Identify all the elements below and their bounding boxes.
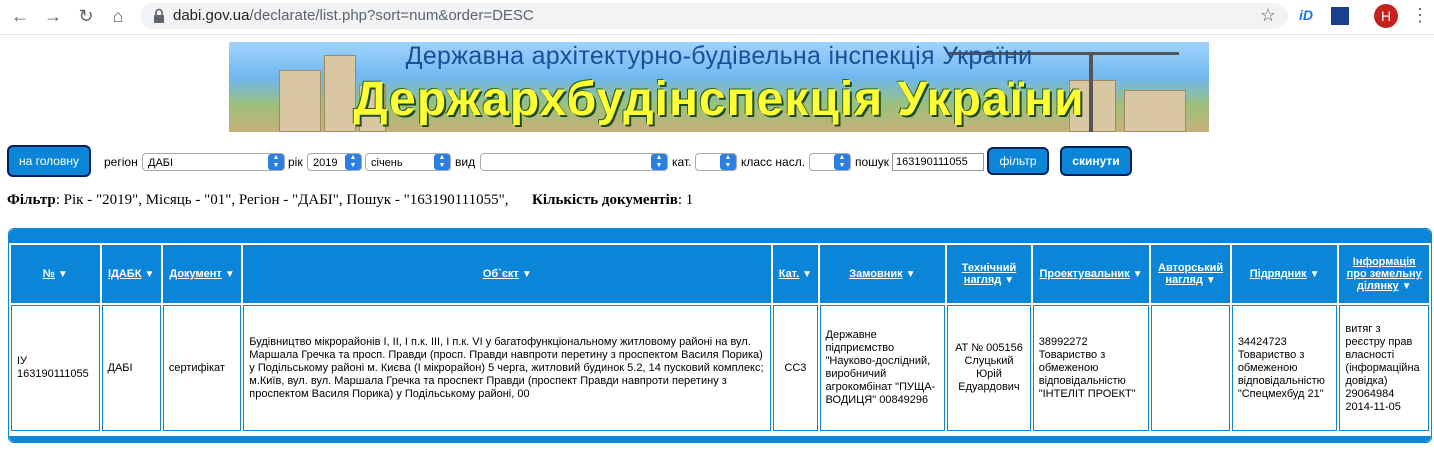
sort-arrow-icon: ▼ [1401,281,1412,292]
sort-arrow-icon: ▼ [1132,269,1143,280]
region-select[interactable]: ДАБІ ▲ ▼ [142,153,285,171]
extension-icon[interactable] [1331,7,1349,25]
sort-arrow-icon: ▼ [1309,269,1320,280]
header-tech-supervision[interactable]: Технічний нагляд ▼ [947,245,1031,303]
cell-document: сертифікат [162,305,242,431]
header-designer[interactable]: Проектувальник ▼ [1032,245,1150,303]
sort-arrow-icon: ▼ [224,269,235,280]
chevron-down-icon: ▲ ▼ [345,154,361,170]
header-idabk[interactable]: ІДАБК ▼ [101,245,161,303]
type-label: вид [455,155,476,169]
cell-customer: Державне підприємство "Науково-дослідний… [819,305,946,431]
header-num[interactable]: № ▼ [11,245,100,303]
home-button[interactable]: на головну [7,145,91,177]
forward-arrow-icon[interactable]: → [41,5,65,27]
header-contractor[interactable]: Підрядник ▼ [1231,245,1338,303]
cell-contractor: 34424723 Товариство з обмеженою відповід… [1231,305,1338,431]
sort-arrow-icon: ▼ [521,269,532,280]
declarations-table: № ▼ ІДАБК ▼ Документ ▼ Об`єкт ▼ Кат. ▼ Замовн… [8,228,1432,443]
cell-idabk: ДАБІ [101,305,161,431]
search-input[interactable]: 163190111055 [892,153,984,171]
sort-arrow-icon: ▼ [144,269,155,280]
header-author-supervision[interactable]: Авторський нагляд ▼ [1151,245,1230,303]
table-top-band [9,229,1431,243]
home-icon[interactable]: ⌂ [106,5,130,27]
reset-button[interactable]: скинути [1060,146,1132,176]
table-row: ІУ 163190111055 ДАБІ сертифікат Будівниц… [11,305,1429,431]
category-select[interactable]: ▲ ▼ [695,153,737,171]
table-bottom-band [9,436,1431,442]
sort-arrow-icon: ▼ [802,269,813,280]
year-label: рік [288,155,303,169]
cell-object: Будівництво мікрорайонів І, ІІ, І п.к. І… [243,305,772,431]
month-select[interactable]: січень ▲ ▼ [365,153,451,171]
chevron-down-icon: ▲ ▼ [720,154,736,170]
reload-icon[interactable]: ↻ [74,5,98,27]
url-text: dabi.gov.ua/declarate/list.php?sort=num&… [173,7,534,24]
bookmark-star-icon[interactable]: ☆ [1260,5,1276,26]
header-object[interactable]: Об`єкт ▼ [243,245,772,303]
lock-icon [154,8,164,23]
filter-button[interactable]: фільтр [987,147,1049,175]
site-banner: Державна архітектурно-будівельна інспекц… [229,42,1209,132]
browser-toolbar: ← → ↻ ⌂ dabi.gov.ua/declarate/list.php?s… [0,0,1434,35]
header-customer[interactable]: Замовник ▼ [819,245,946,303]
chevron-down-icon: ▲ ▼ [268,154,284,170]
back-arrow-icon[interactable]: ← [8,5,32,27]
sort-arrow-icon: ▼ [1205,275,1216,286]
search-label: пошук [855,155,890,169]
table-header-row: № ▼ ІДАБК ▼ Документ ▼ Об`єкт ▼ Кат. ▼ Замовн… [11,245,1429,303]
banner-subtitle: Державна архітектурно-будівельна інспекц… [405,42,1033,70]
region-label: регіон [104,155,138,169]
address-bar[interactable]: dabi.gov.ua/declarate/list.php?sort=num&… [140,3,1288,29]
extension-id-icon[interactable]: iD [1299,7,1313,23]
header-document[interactable]: Документ ▼ [162,245,242,303]
class-select[interactable]: ▲ ▼ [809,153,851,171]
header-land-info[interactable]: Інформація про земельну ділянку ▼ [1339,245,1429,303]
type-select[interactable]: ▲ ▼ [480,153,668,171]
profile-avatar[interactable]: Н [1374,4,1398,28]
cell-tech-supervision: АТ № 005156 Слуцький Юрій Едуардович [947,305,1031,431]
cell-category: СС3 [773,305,818,431]
more-menu-icon[interactable]: ⋮ [1411,5,1429,26]
chevron-down-icon: ▲ ▼ [434,154,450,170]
class-label: класс насл. [741,155,806,169]
chevron-down-icon: ▲ ▼ [834,154,850,170]
category-label: кат. [672,155,692,169]
chevron-down-icon: ▲ ▼ [651,154,667,170]
cell-land-info: витяг з реєстру прав власності (інформац… [1339,305,1429,431]
year-select[interactable]: 2019 ▲ ▼ [307,153,362,171]
filter-summary: Фільтр: Рік - "2019", Місяць - "01", Рег… [7,192,694,208]
sort-arrow-icon: ▼ [905,269,916,280]
header-category[interactable]: Кат. ▼ [773,245,818,303]
sort-arrow-icon: ▼ [1004,275,1015,286]
sort-arrow-icon: ▼ [57,269,68,280]
cell-designer: 38992272 Товариство з обмеженою відповід… [1032,305,1150,431]
banner-title: Держархбудінспекція України [353,73,1085,126]
cell-author-supervision [1151,305,1230,431]
cell-num: ІУ 163190111055 [11,305,100,431]
